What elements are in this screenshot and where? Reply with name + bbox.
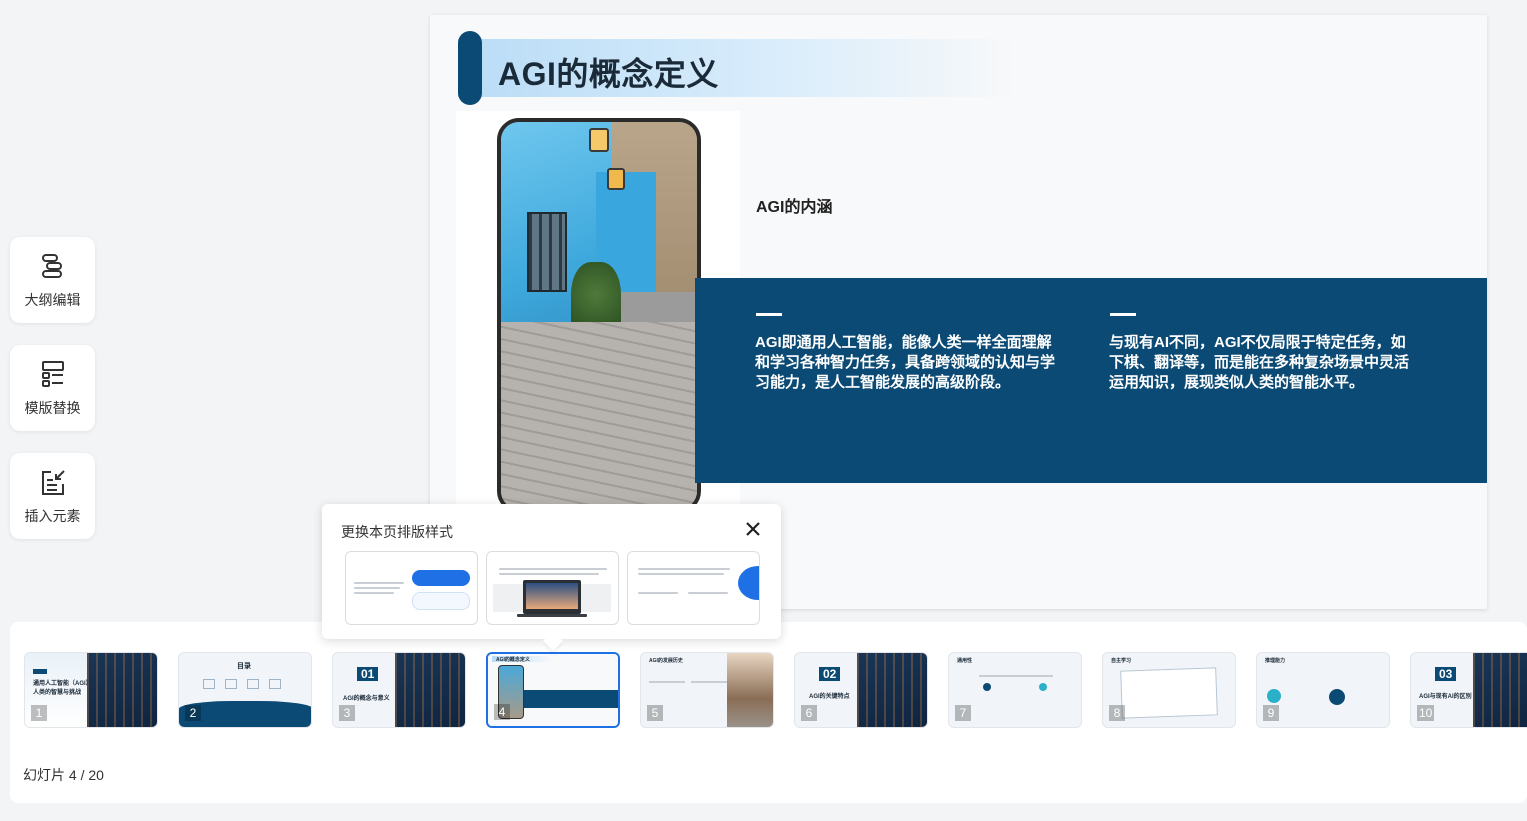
chart-image	[857, 653, 927, 727]
insert-element-label: 插入元素	[24, 508, 81, 524]
chart-image	[1473, 653, 1527, 727]
thumbnail-title: AGI的关键特点	[809, 694, 850, 700]
section-badge: 03	[1435, 667, 1457, 681]
section-badge: 02	[819, 667, 841, 681]
layout-option[interactable]	[486, 551, 619, 625]
photo-lamp	[607, 168, 625, 190]
thumbnail-title: AGI的发展历史	[649, 658, 683, 664]
slide-counter: 幻灯片 4 / 20	[23, 767, 104, 783]
paragraph-right[interactable]: 与现有AI不同，AGI不仅局限于特定任务，如下棋、翻译等，而是能在多种复杂场景中…	[1109, 333, 1409, 393]
dash-decoration	[1110, 313, 1136, 316]
template-replace-label: 模版替换	[24, 400, 81, 416]
slide-thumbnail[interactable]: 自主学习 8	[1102, 652, 1236, 728]
slide-thumbnail[interactable]: 02 AGI的关键特点 6	[794, 652, 928, 728]
slide-thumbnail[interactable]: 通用性 7	[948, 652, 1082, 728]
dash-decoration	[756, 313, 782, 316]
slide-number: 10	[1417, 705, 1435, 721]
chart-image	[395, 653, 465, 727]
slide-thumbnail[interactable]: 03 AGI与现有AI的区别 10	[1410, 652, 1527, 728]
slide-thumbnail-active[interactable]: AGI的概念定义 4	[486, 652, 620, 728]
thumbnail-title: 自主学习	[1111, 658, 1132, 664]
slide-number: 8	[1109, 705, 1125, 721]
slide-title[interactable]: AGI的概念定义	[498, 49, 719, 95]
insert-icon	[41, 470, 65, 495]
template-replace-button[interactable]: 模版替换	[10, 345, 95, 431]
thumbnail-title: 目录	[237, 663, 251, 670]
layout-option[interactable]	[627, 551, 760, 625]
slide-thumbnail[interactable]: AGI的发展历史 5	[640, 652, 774, 728]
slide-number: 6	[801, 705, 817, 721]
photo-cobblestone-street	[501, 322, 697, 509]
slide-thumbnail[interactable]: 目录 2	[178, 652, 312, 728]
sub-heading[interactable]: AGI的内涵	[756, 193, 832, 217]
slide-number: 5	[647, 705, 663, 721]
slide-number: 4	[494, 704, 510, 720]
insert-element-button[interactable]: 插入元素	[10, 453, 95, 539]
template-icon	[41, 361, 64, 387]
thumbnail-title: 通用性	[957, 658, 973, 664]
thumbnail-title: 通用人工智能（AGI）：人类的智慧与挑战	[33, 681, 95, 696]
phone-image[interactable]	[497, 118, 701, 513]
popup-title: 更换本页排版样式	[341, 524, 453, 540]
slide-number: 3	[339, 705, 355, 721]
close-icon[interactable]	[742, 518, 764, 540]
slide-number: 7	[955, 705, 971, 721]
thumbnail-title: AGI与现有AI的区别	[1419, 694, 1472, 700]
slide-thumbnail[interactable]: 01 AGI的概念与意义 3	[332, 652, 466, 728]
slide-number: 1	[31, 705, 47, 721]
thumbnail-strip: 通用人工智能（AGI）：人类的智慧与挑战 1 目录 2 01 AGI的概念与意义…	[10, 622, 1527, 803]
paragraph-left[interactable]: AGI即通用人工智能，能像人类一样全面理解和学习各种智力任务，具备跨领域的认知与…	[755, 333, 1055, 393]
slide-thumbnail[interactable]: 通用人工智能（AGI）：人类的智慧与挑战 1	[24, 652, 158, 728]
outline-edit-button[interactable]: 大纲编辑	[10, 237, 95, 323]
thumbnail-title: AGI的概念与意义	[343, 696, 390, 702]
slide-number: 9	[1263, 705, 1279, 721]
thumbnail-title: AGI的概念定义	[496, 657, 530, 663]
outline-edit-label: 大纲编辑	[24, 292, 81, 308]
layout-style-popup: 更换本页排版样式	[322, 504, 781, 651]
photo-window	[527, 212, 567, 292]
outline-icon	[41, 254, 62, 278]
slide-number: 2	[185, 705, 201, 721]
layout-option[interactable]	[345, 551, 478, 625]
thumbnail-title: 推理能力	[1265, 658, 1286, 664]
title-accent-bar	[458, 31, 482, 105]
slide-thumbnail[interactable]: 推理能力 9	[1256, 652, 1390, 728]
section-badge: 01	[357, 667, 379, 681]
photo-lamp	[589, 128, 609, 152]
